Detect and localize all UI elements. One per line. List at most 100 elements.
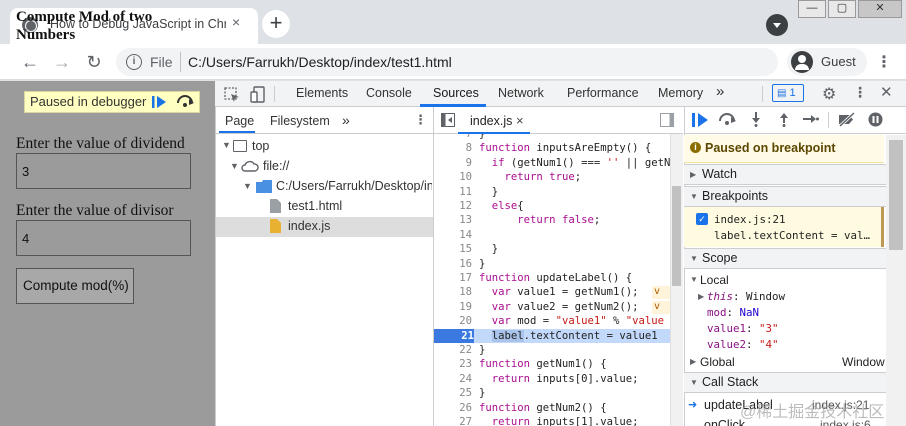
navigator-more-icon[interactable]: » bbox=[342, 112, 350, 128]
line-number[interactable]: 11 bbox=[434, 185, 472, 199]
toggle-navigator-icon[interactable] bbox=[441, 113, 455, 127]
resume-icon[interactable] bbox=[692, 113, 708, 127]
scope-var-value1[interactable]: value1: "3" bbox=[707, 322, 779, 335]
settings-gear-icon[interactable]: ⚙ bbox=[822, 84, 836, 104]
line-number[interactable]: 13 bbox=[434, 213, 472, 227]
line-number[interactable]: 15 bbox=[434, 242, 472, 256]
navigator-menu-icon[interactable]: ⋮ bbox=[414, 112, 427, 128]
tab-filesystem[interactable]: Filesystem bbox=[270, 114, 330, 128]
tree-file-indexjs[interactable]: index.js bbox=[288, 219, 330, 233]
line-number[interactable]: 7 bbox=[434, 134, 472, 141]
line-number[interactable]: 21 bbox=[434, 328, 474, 343]
divisor-input[interactable]: 4 bbox=[16, 220, 191, 256]
issues-badge[interactable]: ▤ 1 bbox=[772, 84, 804, 102]
tab-elements[interactable]: Elements bbox=[296, 86, 348, 100]
more-tabs-icon[interactable]: » bbox=[716, 83, 724, 100]
tab-search-icon[interactable] bbox=[766, 14, 788, 36]
expand-down-icon[interactable]: ▼ bbox=[690, 275, 698, 284]
call-stack-section-header[interactable]: ▼ Call Stack bbox=[684, 372, 886, 393]
expand-right-icon[interactable]: ▶ bbox=[698, 292, 704, 301]
expand-icon[interactable]: ▼ bbox=[222, 140, 231, 150]
dividend-input[interactable]: 3 bbox=[16, 153, 191, 189]
compute-mod-button[interactable]: Compute mod(%) bbox=[16, 268, 134, 304]
code-line[interactable]: 20 var mod = "value1" % "value bbox=[434, 314, 670, 328]
url-text[interactable]: C:/Users/Farrukh/Desktop/index/test1.htm… bbox=[188, 54, 452, 70]
line-number[interactable]: 9 bbox=[434, 156, 472, 170]
scope-var-value2[interactable]: value2: "4" bbox=[707, 338, 779, 351]
expand-icon[interactable]: ▼ bbox=[243, 181, 252, 191]
tree-top[interactable]: top bbox=[252, 139, 269, 153]
code-line[interactable]: 16} bbox=[434, 257, 670, 271]
code-line[interactable]: 21 label.textContent = value1 bbox=[434, 328, 670, 343]
editor-tab-close-icon[interactable]: × bbox=[516, 113, 524, 128]
code-line[interactable]: 10 return true; bbox=[434, 170, 670, 184]
code-line[interactable]: 15 } bbox=[434, 242, 670, 256]
tab-close-icon[interactable]: × bbox=[232, 14, 240, 30]
reload-button[interactable]: ↻ bbox=[82, 50, 106, 74]
step-over-icon[interactable] bbox=[176, 94, 194, 108]
minimize-button[interactable]: — bbox=[798, 0, 826, 18]
forward-button[interactable]: → bbox=[50, 50, 74, 74]
line-number[interactable]: 22 bbox=[434, 343, 472, 357]
line-number[interactable]: 23 bbox=[434, 357, 472, 371]
line-number[interactable]: 24 bbox=[434, 372, 472, 386]
resume-icon[interactable] bbox=[152, 96, 166, 108]
line-number[interactable]: 20 bbox=[434, 314, 472, 328]
code-line[interactable]: 27 return inputs[1].value; bbox=[434, 415, 670, 426]
tab-performance[interactable]: Performance bbox=[567, 86, 639, 100]
code-editor[interactable]: 7} 8 function inputsAreEmpty() {9 if (getN… bbox=[434, 134, 670, 426]
line-number[interactable]: 17 bbox=[434, 271, 472, 285]
info-icon[interactable]: i bbox=[126, 54, 142, 70]
code-line[interactable]: 9 if (getNum1() === '' || getN bbox=[434, 156, 670, 170]
line-number[interactable]: 8 bbox=[434, 141, 472, 155]
code-line[interactable]: 19 var value2 = getNum2(); bbox=[434, 300, 670, 314]
tree-file-test1[interactable]: test1.html bbox=[288, 199, 342, 213]
line-number[interactable]: 26 bbox=[434, 401, 472, 415]
line-number[interactable]: 10 bbox=[434, 170, 472, 184]
line-number[interactable]: 19 bbox=[434, 300, 472, 314]
new-tab-button[interactable]: + bbox=[262, 10, 290, 38]
tab-console[interactable]: Console bbox=[366, 86, 412, 100]
step-out-icon[interactable] bbox=[778, 112, 790, 127]
code-line[interactable]: 24 return inputs[0].value; bbox=[434, 372, 670, 386]
code-line[interactable]: 26 function getNum2() { bbox=[434, 401, 670, 415]
expand-icon[interactable]: ▼ bbox=[230, 161, 239, 171]
code-line[interactable]: 25} bbox=[434, 386, 670, 400]
tab-network[interactable]: Network bbox=[498, 86, 544, 100]
devtools-menu-icon[interactable]: ⋮ bbox=[853, 84, 867, 101]
scope-section-header[interactable]: ▼ Scope bbox=[684, 248, 886, 269]
inspect-element-icon[interactable] bbox=[224, 87, 240, 103]
scope-var-this[interactable]: this: Window bbox=[707, 290, 785, 303]
code-line[interactable]: 12 else{ bbox=[434, 199, 670, 213]
browser-menu-icon[interactable]: ⋮ bbox=[876, 52, 892, 72]
deactivate-breakpoints-icon[interactable] bbox=[838, 112, 856, 127]
back-button[interactable]: ← bbox=[18, 50, 42, 74]
line-number[interactable]: 12 bbox=[434, 199, 472, 213]
code-line[interactable]: 8 function inputsAreEmpty() { bbox=[434, 141, 670, 155]
debugger-scroll-thumb[interactable] bbox=[889, 140, 903, 250]
code-line[interactable]: 14 bbox=[434, 228, 670, 242]
line-number[interactable]: 25 bbox=[434, 386, 472, 400]
line-number[interactable]: 16 bbox=[434, 257, 472, 271]
tab-memory[interactable]: Memory bbox=[658, 86, 703, 100]
code-line[interactable]: 22} bbox=[434, 343, 670, 357]
code-line[interactable]: 13 return false; bbox=[434, 213, 670, 227]
pause-on-exceptions-icon[interactable] bbox=[868, 112, 883, 127]
step-over-icon[interactable] bbox=[718, 112, 736, 126]
toggle-debugger-icon[interactable] bbox=[660, 113, 674, 127]
line-number[interactable]: 14 bbox=[434, 228, 472, 242]
code-line[interactable]: 11 } bbox=[434, 185, 670, 199]
line-number[interactable]: 18 bbox=[434, 285, 472, 299]
code-line[interactable]: 18 var value1 = getNum1(); bbox=[434, 285, 670, 299]
editor-scroll-thumb[interactable] bbox=[672, 186, 681, 286]
tab-sources[interactable]: Sources bbox=[433, 86, 479, 100]
code-line[interactable]: 17 function updateLabel() { bbox=[434, 271, 670, 285]
breakpoint-checkbox[interactable]: ✓ bbox=[696, 213, 708, 225]
tree-origin[interactable]: file:// bbox=[263, 159, 289, 173]
step-into-icon[interactable] bbox=[750, 112, 762, 127]
code-line[interactable]: 7} bbox=[434, 134, 670, 141]
step-icon[interactable] bbox=[803, 114, 819, 124]
line-number[interactable]: 27 bbox=[434, 415, 472, 426]
code-line[interactable]: 23 function getNum1() { bbox=[434, 357, 670, 371]
tab-page[interactable]: Page bbox=[225, 114, 254, 128]
